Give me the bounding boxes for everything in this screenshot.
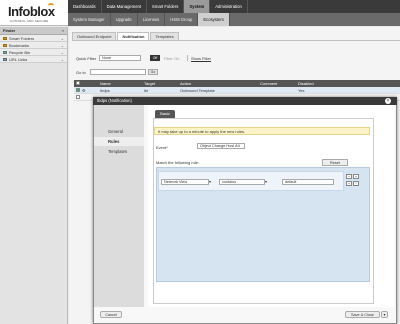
save-close-button[interactable]: Save & Close xyxy=(345,311,380,318)
info-message: It may take up to a minute to apply the … xyxy=(154,127,370,135)
dialog-nav-general[interactable]: General xyxy=(94,127,144,136)
cell-comment xyxy=(258,87,296,93)
ecosystem-tabs: Outbound Endpoint Notification Templates xyxy=(72,32,180,40)
gear-icon[interactable]: ⚙ xyxy=(80,87,98,93)
subtab-licenses[interactable]: Licenses xyxy=(138,13,166,26)
column-header-target[interactable]: Target xyxy=(142,80,178,87)
chevron-down-icon[interactable]: ⌄ xyxy=(61,35,64,42)
column-header-comment[interactable]: Comment xyxy=(258,80,296,87)
event-select[interactable]: Object Change Host Ad xyxy=(197,143,245,149)
chevron-down-icon[interactable]: ⌄ xyxy=(61,49,64,56)
tab-administration[interactable]: Administration xyxy=(210,0,248,13)
dialog-nav-templates[interactable]: Templates xyxy=(94,147,144,156)
tab-smart-folders[interactable]: Smart Folders xyxy=(147,0,185,13)
subtab-ecosystem[interactable]: Ecosystem xyxy=(198,13,230,26)
cell-target: Ibi xyxy=(144,88,149,93)
column-header-disabled[interactable]: Disabled xyxy=(296,80,336,87)
finder-title: Finder xyxy=(3,28,16,33)
event-label: Event* xyxy=(156,145,168,150)
subtab-upgrade[interactable]: Upgrade xyxy=(111,13,138,26)
sub-nav: System Manager Upgrade Licenses HSM Grou… xyxy=(68,13,400,26)
filter-off-toggle[interactable]: Off xyxy=(150,55,160,61)
dialog-title: Ibdps (Notification) xyxy=(93,97,397,105)
close-icon[interactable]: × xyxy=(385,98,391,104)
sidebar-item-label: Recycle Bin xyxy=(9,49,31,55)
table-row[interactable]: ⚙ Ibdps Ibi Outbound Template Yes xyxy=(74,87,400,94)
sidebar-item-label: Smart Folders xyxy=(9,35,35,41)
finder-sidebar: Finder « Smart Folders ⌄ Bookmarks ⌄ Rec… xyxy=(0,27,68,324)
quick-filter-select[interactable]: None xyxy=(99,55,141,61)
tab-basic[interactable]: Basic xyxy=(155,110,175,118)
link-icon xyxy=(3,57,7,61)
cancel-button[interactable]: Cancel xyxy=(100,311,122,318)
cell-action: Outbound Template xyxy=(180,88,215,93)
tab-notification[interactable]: Notification xyxy=(117,32,150,40)
folder-icon xyxy=(3,36,7,40)
bookmark-icon xyxy=(3,43,7,47)
chevron-down-icon[interactable]: ⌄ xyxy=(61,42,64,49)
column-header-name[interactable]: Name xyxy=(98,80,142,87)
row-checkbox[interactable] xyxy=(76,95,80,99)
add-rule-icon[interactable]: + xyxy=(353,174,359,179)
save-options-chevron-icon[interactable]: ▾ xyxy=(381,311,388,318)
sidebar-item-url-links[interactable]: URL Links ⌄ xyxy=(0,56,67,63)
table-header: Name Target Action Comment Disabled xyxy=(74,80,400,87)
divider xyxy=(72,40,400,41)
recycle-bin-icon xyxy=(3,50,7,54)
tab-system[interactable]: System xyxy=(184,0,211,13)
rule-value-input[interactable]: default xyxy=(282,179,334,185)
goto-label: Go to xyxy=(76,70,86,75)
tab-templates[interactable]: Templates xyxy=(150,32,179,40)
remove-rule-icon[interactable]: − xyxy=(346,174,352,179)
chevron-down-icon[interactable]: ▾ xyxy=(265,179,267,184)
chevron-down-icon[interactable]: ⌄ xyxy=(61,56,64,63)
show-filter-link[interactable]: Show Filter xyxy=(191,56,211,61)
chevron-down-icon[interactable]: ▾ xyxy=(209,179,211,184)
match-label: Match the following rule: xyxy=(156,160,200,165)
filter-on-button[interactable]: Filter On xyxy=(164,56,179,61)
column-header-action[interactable]: Action xyxy=(178,80,258,87)
column-header-icon[interactable] xyxy=(80,80,98,87)
subtab-hsm-group[interactable]: HSM Group xyxy=(165,13,199,26)
tab-data-management[interactable]: Data Management xyxy=(102,0,148,13)
cell-disabled: Yes xyxy=(298,88,305,93)
cell-name[interactable]: Ibdps xyxy=(98,87,142,93)
sidebar-item-label: URL Links xyxy=(9,56,28,62)
goto-input[interactable] xyxy=(90,69,146,75)
top-nav: Dashboards Data Management Smart Folders… xyxy=(68,0,400,13)
reset-button[interactable]: Reset xyxy=(322,159,348,166)
dialog-nav-rules[interactable]: Rules xyxy=(94,137,144,146)
tab-dashboards[interactable]: Dashboards xyxy=(68,0,102,13)
quick-filter-label: Quick Filter xyxy=(76,56,97,61)
subtab-system-manager[interactable]: System Manager xyxy=(68,13,111,26)
logo-swoosh-icon xyxy=(48,3,54,9)
rule-field-select[interactable]: Network View xyxy=(161,179,209,185)
tab-outbound-endpoint[interactable]: Outbound Endpoint xyxy=(72,32,117,40)
rule-operator-select[interactable]: contains xyxy=(219,179,265,185)
add-group-icon[interactable]: + xyxy=(346,181,352,186)
sidebar-item-label: Bookmarks xyxy=(9,42,30,48)
divider xyxy=(187,55,188,61)
nested-group-icon[interactable]: ⋮ xyxy=(353,181,359,186)
go-button[interactable]: Go xyxy=(148,69,158,75)
collapse-icon[interactable]: « xyxy=(62,27,64,35)
logo-tagline: CONTROL AND SECURE xyxy=(10,19,49,23)
